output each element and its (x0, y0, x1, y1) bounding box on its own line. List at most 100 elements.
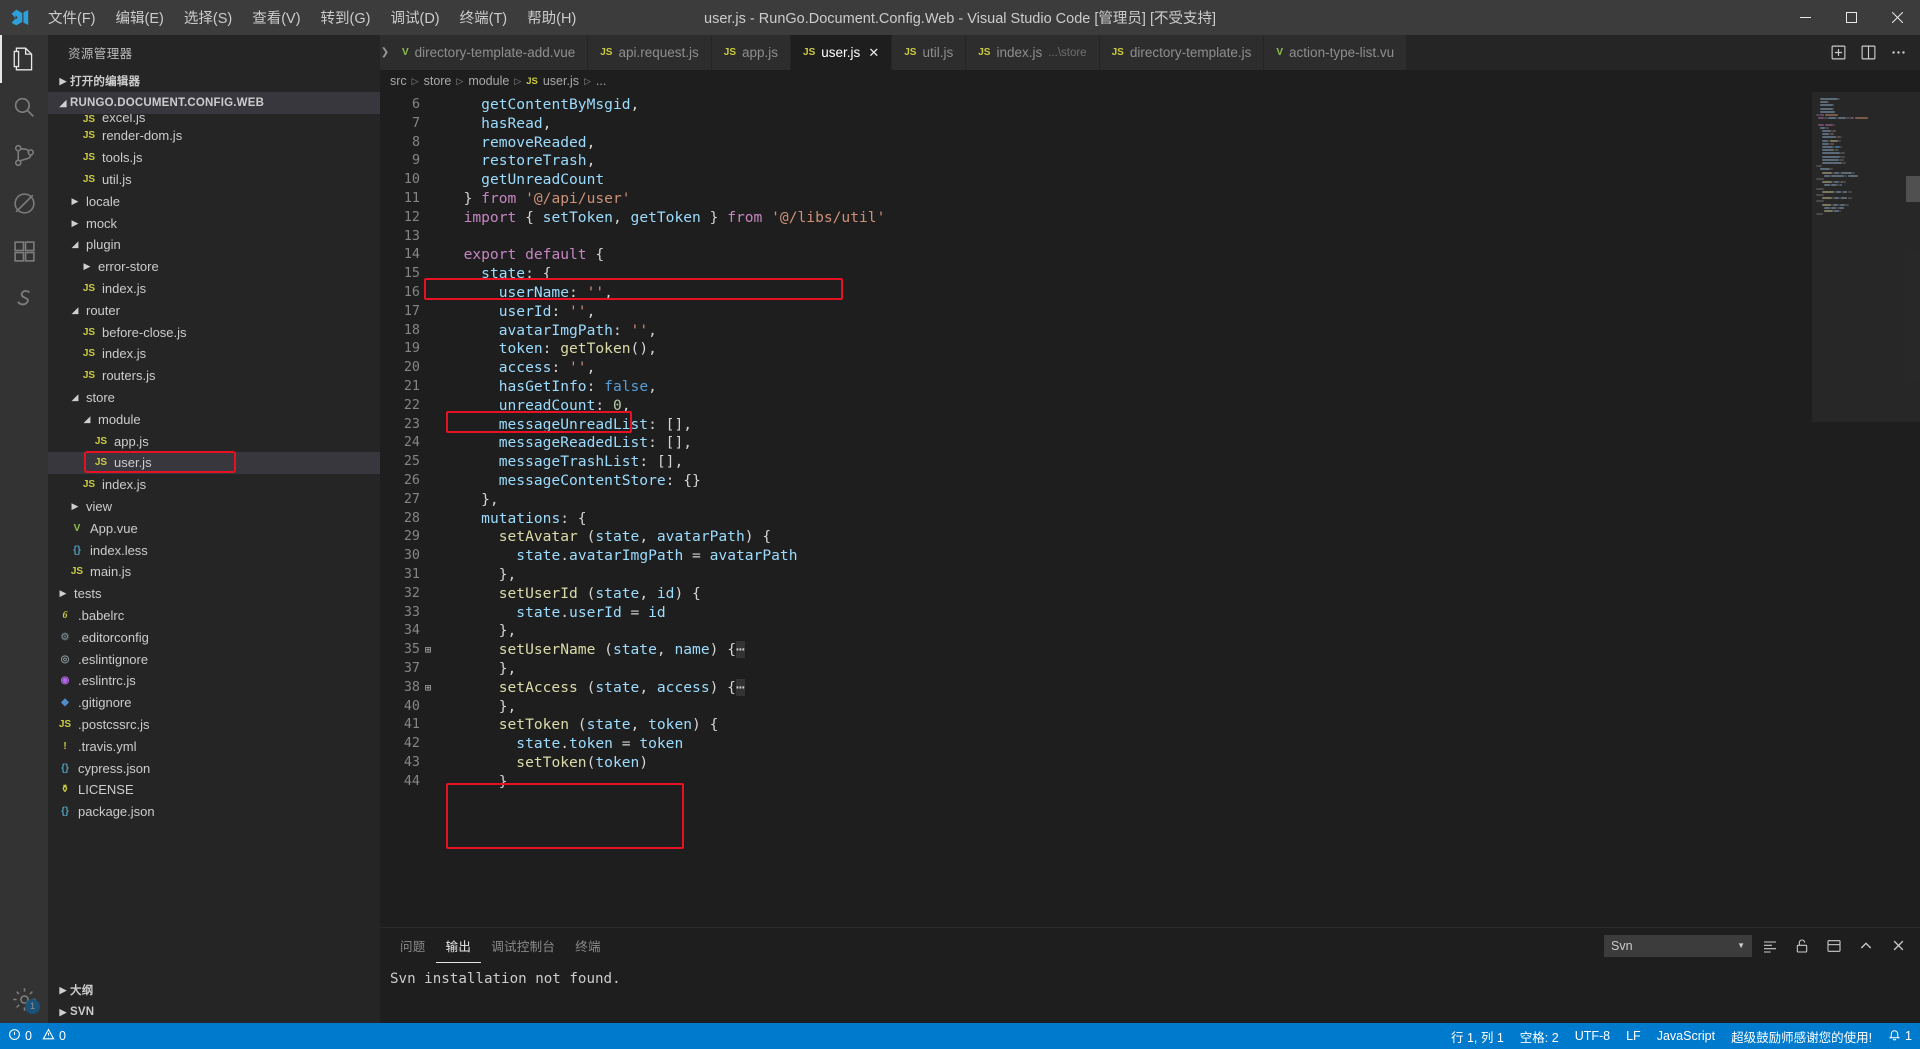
tree-item-package-json[interactable]: {} package.json (48, 801, 380, 823)
tree-item-index-less[interactable]: {} index.less (48, 539, 380, 561)
code-line[interactable]: 41 setToken (state, token) { (380, 716, 1812, 735)
tree-item-module[interactable]: ◢ module (48, 408, 380, 430)
fold-expand-icon[interactable]: ⊞ (420, 679, 436, 698)
explorer-icon[interactable] (0, 35, 48, 83)
tree-item-view[interactable]: ▶ view (48, 496, 380, 518)
tree-item-app-js[interactable]: JS app.js (48, 430, 380, 452)
file-tree[interactable]: JS excel.js JS render-dom.js JS tools.js JS uti… (48, 114, 380, 979)
menu-view[interactable]: 查看(V) (242, 0, 310, 35)
menu-debug[interactable]: 调试(D) (380, 0, 449, 35)
tree-item-user-js[interactable]: JS user.js (48, 451, 380, 474)
close-icon[interactable]: ✕ (868, 45, 879, 61)
editor-scrollbar[interactable] (1906, 92, 1920, 927)
new-file-icon[interactable] (1824, 35, 1852, 70)
status-notifications[interactable]: 1 (1880, 1023, 1920, 1049)
code-line[interactable]: 28 mutations: { (380, 510, 1812, 529)
status-language-mode[interactable]: JavaScript (1649, 1023, 1723, 1049)
window-controls[interactable] (1782, 0, 1920, 35)
tab-app-js[interactable]: JS app.js (711, 35, 792, 70)
code-line[interactable]: 43 setToken(token) (380, 754, 1812, 773)
menu-go[interactable]: 转到(G) (311, 0, 381, 35)
tree-item-eslintignore[interactable]: ◎ .eslintignore (48, 648, 380, 670)
status-eol[interactable]: LF (1618, 1023, 1649, 1049)
code-line[interactable]: 40 }, (380, 698, 1812, 717)
tree-item-editorconfig[interactable]: ⚙ .editorconfig (48, 626, 380, 648)
status-extension-message[interactable]: 超级鼓励师感谢您的使用! (1723, 1023, 1880, 1049)
tab-util-js[interactable]: JS util.js (892, 35, 967, 70)
tree-item-store[interactable]: ◢ store (48, 387, 380, 409)
code-line[interactable]: 9 restoreTrash, (380, 152, 1812, 171)
code-line[interactable]: 19 token: getToken(), (380, 340, 1812, 359)
split-editor-icon[interactable] (1854, 35, 1882, 70)
collapse-panel-icon[interactable] (1852, 933, 1880, 959)
tree-item-excel-js[interactable]: JS excel.js (48, 114, 380, 125)
code-line[interactable]: 26 messageContentStore: {} (380, 472, 1812, 491)
code-line[interactable]: 22 unreadCount: 0, (380, 397, 1812, 416)
code-line[interactable]: 32 setUserId (state, id) { (380, 585, 1812, 604)
tree-item-mock[interactable]: ▶ mock (48, 212, 380, 234)
menu-help[interactable]: 帮助(H) (517, 0, 586, 35)
lock-panel-icon[interactable] (1788, 933, 1816, 959)
scrollbar-thumb[interactable] (1906, 176, 1920, 202)
tree-item-travis-yml[interactable]: ! .travis.yml (48, 735, 380, 757)
menu-file[interactable]: 文件(F) (38, 0, 106, 35)
tree-item-cypress-json[interactable]: {} cypress.json (48, 757, 380, 779)
minimize-button[interactable] (1782, 0, 1828, 35)
breadcrumb-item[interactable]: user.js (543, 74, 579, 88)
tab-directory-template-js[interactable]: JS directory-template.js (1099, 35, 1265, 70)
code-line[interactable]: 16 userName: '', (380, 284, 1812, 303)
tab-directory-template-add-vue[interactable]: Vdirectory-template-add.vue (390, 35, 589, 70)
svn-icon[interactable] (0, 275, 48, 323)
section-folder[interactable]: ◢ RUNGO.DOCUMENT.CONFIG.WEB (48, 92, 380, 114)
status-cursor-position[interactable]: 行 1, 列 1 (1443, 1023, 1512, 1049)
menu-bar[interactable]: 文件(F) 编辑(E) 选择(S) 查看(V) 转到(G) 调试(D) 终端(T… (38, 0, 586, 35)
code-line[interactable]: 35 ⊞ setUserName (state, name) {⋯ (380, 641, 1812, 660)
status-errors[interactable]: 0 0 (0, 1023, 74, 1049)
section-svn[interactable]: ▶ SVN (48, 1001, 380, 1023)
tree-item-index-js[interactable]: JS index.js (48, 474, 380, 496)
code-line[interactable]: 44 } (380, 773, 1812, 792)
close-button[interactable] (1874, 0, 1920, 35)
tree-item-index-js[interactable]: JS index.js (48, 343, 380, 365)
code-line[interactable]: 6 getContentByMsgid, (380, 96, 1812, 115)
code-line[interactable]: 27 }, (380, 491, 1812, 510)
tree-item-util-js[interactable]: JS util.js (48, 169, 380, 191)
breadcrumb-item[interactable]: src (390, 74, 407, 88)
tree-item-gitignore[interactable]: ◆ .gitignore (48, 692, 380, 714)
panel-tab-problems[interactable]: 问题 (390, 936, 436, 955)
code-line[interactable]: 31 }, (380, 566, 1812, 585)
panel-tab-output[interactable]: 输出 (435, 928, 482, 963)
code-line[interactable]: 25 messageTrashList: [], (380, 453, 1812, 472)
section-outline[interactable]: ▶ 大纲 (48, 979, 380, 1001)
tree-item-locale[interactable]: ▶ locale (48, 190, 380, 212)
breadcrumb-item[interactable]: store (424, 74, 452, 88)
menu-selection[interactable]: 选择(S) (174, 0, 242, 35)
code-line[interactable]: 29 setAvatar (state, avatarPath) { (380, 528, 1812, 547)
tab-action-type-list-vu[interactable]: Vaction-type-list.vu (1264, 35, 1408, 70)
fold-expand-icon[interactable]: ⊞ (420, 641, 436, 660)
tree-item-tests[interactable]: ▶ tests (48, 583, 380, 605)
code-line[interactable]: 17 userId: '', (380, 303, 1812, 322)
gear-icon[interactable]: 1 (0, 975, 48, 1023)
tab-api-request-js[interactable]: JS api.request.js (588, 35, 712, 70)
code-line[interactable]: 24 messageReadedList: [], (380, 434, 1812, 453)
extensions-icon[interactable] (0, 227, 48, 275)
source-control-icon[interactable] (0, 131, 48, 179)
tree-item-postcssrc-js[interactable]: JS .postcssrc.js (48, 714, 380, 736)
tab-index-js[interactable]: JS index.js ...\store (966, 35, 1100, 70)
tree-item-router[interactable]: ◢ router (48, 299, 380, 321)
code-editor[interactable]: 6 getContentByMsgid, 7 hasRead, 8 removeRe… (380, 92, 1812, 927)
code-line[interactable]: 33 state.userId = id (380, 604, 1812, 623)
tree-item-plugin[interactable]: ◢ plugin (48, 234, 380, 256)
tree-item-main-js[interactable]: JS main.js (48, 561, 380, 583)
breadcrumb-item[interactable]: module (468, 74, 509, 88)
tree-item-render-dom-js[interactable]: JS render-dom.js (48, 125, 380, 147)
tree-item-license[interactable]: ⚱ LICENSE (48, 779, 380, 801)
code-line[interactable]: 30 state.avatarImgPath = avatarPath (380, 547, 1812, 566)
code-line[interactable]: 11 } from '@/api/user' (380, 190, 1812, 209)
close-panel-icon[interactable] (1884, 933, 1912, 959)
debug-icon[interactable] (0, 179, 48, 227)
code-line[interactable]: 13 (380, 228, 1812, 247)
maximize-button[interactable] (1828, 0, 1874, 35)
menu-terminal[interactable]: 终端(T) (450, 0, 518, 35)
